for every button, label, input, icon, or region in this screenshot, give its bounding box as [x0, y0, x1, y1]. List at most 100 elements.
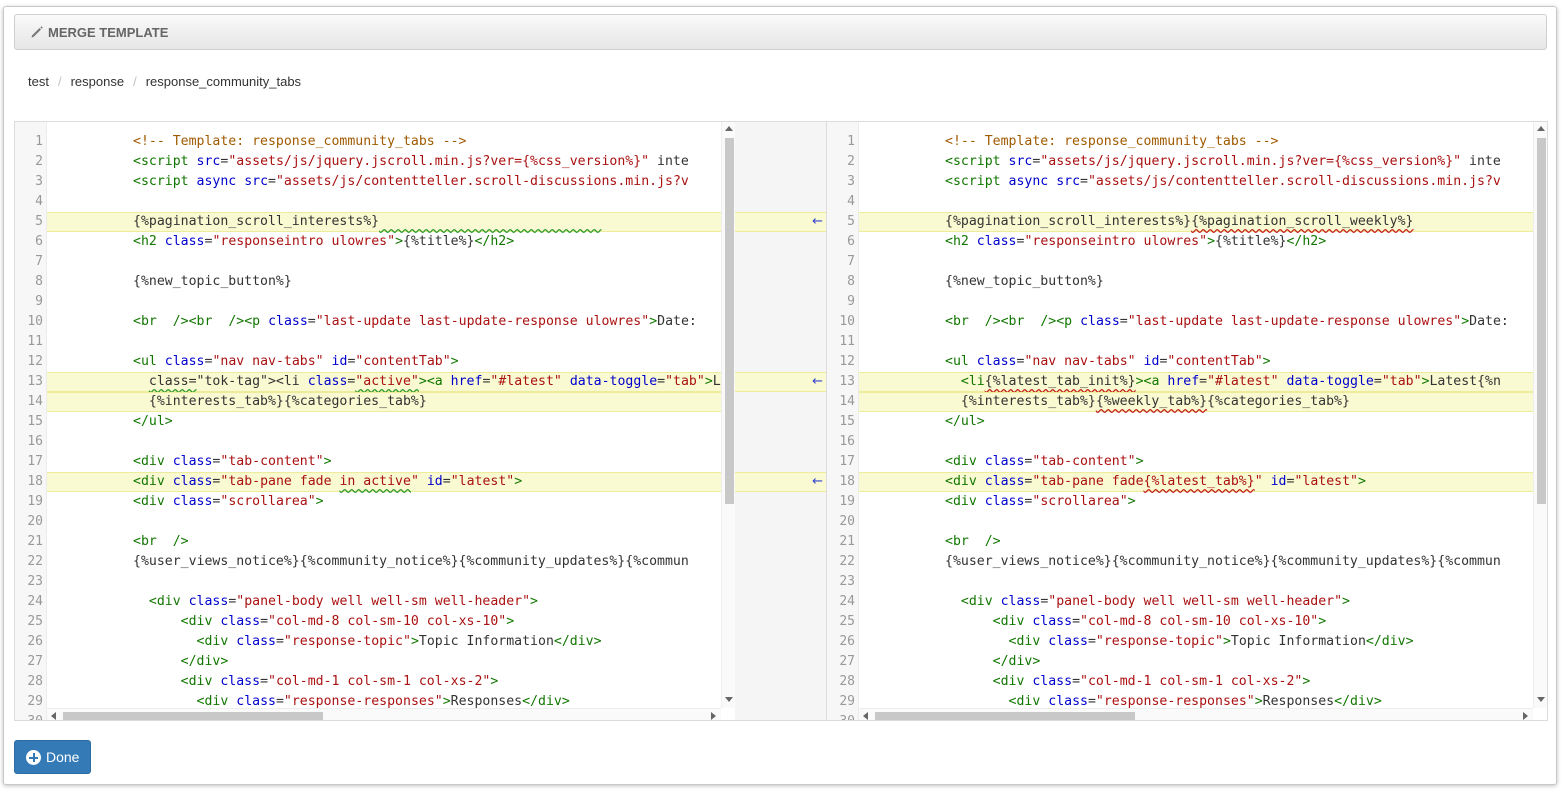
code-line[interactable]: <h2 class="responseintro ulowres">{%titl… [47, 232, 721, 252]
code-line[interactable]: <div class="response-topic">Topic Inform… [859, 632, 1533, 652]
code-line[interactable]: <br /><br /><p class="last-update last-u… [47, 312, 721, 332]
code-line[interactable]: <script async src="assets/js/contenttell… [859, 172, 1533, 192]
code-line[interactable]: </div> [47, 652, 721, 672]
code-line[interactable] [47, 332, 721, 352]
code-area[interactable]: <!-- Template: response_community_tabs -… [47, 122, 721, 708]
code-line[interactable] [47, 192, 721, 212]
code-text: {%new_topic_button%} [133, 274, 292, 289]
code-line-changed[interactable]: <div class="tab-pane fade{%latest_tab%}"… [859, 472, 1533, 492]
code-text: <h2 class="responseintro ulowres">{%titl… [945, 234, 1327, 249]
code-line[interactable]: <div class="response-responses">Response… [859, 692, 1533, 708]
code-line-changed[interactable]: class="tok-tag"><li class="active"><a hr… [47, 372, 721, 392]
line-number: 16 [839, 434, 855, 449]
line-number: 19 [27, 494, 43, 509]
code-line[interactable] [47, 292, 721, 312]
scrollbar-thumb[interactable] [63, 712, 323, 720]
editor-pane-right[interactable]: 1 2 3 4 5 6 7 8 9 10 11 12 13 14 15 16 17 18 19 20 21 22 23 24 2… [826, 121, 1548, 721]
code-line[interactable] [859, 192, 1533, 212]
vertical-scrollbar[interactable] [1533, 122, 1547, 708]
line-number: 7 [35, 254, 43, 269]
code-line[interactable]: <div class="scrollarea"> [859, 492, 1533, 512]
code-line[interactable]: <div class="panel-body well well-sm well… [859, 592, 1533, 612]
scrollbar-thumb[interactable] [725, 138, 734, 504]
line-number: 26 [27, 634, 43, 649]
code-line[interactable]: <div class="col-md-8 col-sm-10 col-xs-10… [47, 612, 721, 632]
line-number: 14 [839, 394, 855, 409]
code-line[interactable]: <br /> [859, 532, 1533, 552]
code-text: </div> [180, 654, 229, 669]
code-line[interactable]: </div> [859, 652, 1533, 672]
scroll-up-icon[interactable] [725, 126, 733, 131]
scrollbar-thumb[interactable] [1537, 138, 1546, 504]
done-button[interactable]: Done [14, 740, 91, 774]
code-line[interactable]: <script src="assets/js/jquery.jscroll.mi… [859, 152, 1533, 172]
code-line[interactable]: <div class="tab-content"> [47, 452, 721, 472]
code-line[interactable]: <div class="col-md-1 col-sm-1 col-xs-2"> [47, 672, 721, 692]
code-line[interactable] [859, 572, 1533, 592]
horizontal-scrollbar[interactable] [859, 708, 1533, 720]
code-line[interactable] [47, 512, 721, 532]
code-line[interactable]: </ul> [47, 412, 721, 432]
code-line-changed[interactable]: {%pagination_scroll_interests%}{%paginat… [859, 212, 1533, 232]
code-line[interactable]: <div class="panel-body well well-sm well… [47, 592, 721, 612]
code-line[interactable] [47, 432, 721, 452]
code-line[interactable]: {%user_views_notice%}{%community_notice%… [859, 552, 1533, 572]
code-area[interactable]: <!-- Template: response_community_tabs -… [859, 122, 1533, 708]
revert-arrow-icon[interactable]: ← [812, 213, 823, 231]
code-line[interactable]: <h2 class="responseintro ulowres">{%titl… [859, 232, 1533, 252]
code-line[interactable]: <ul class="nav nav-tabs" id="contentTab"… [859, 352, 1533, 372]
scroll-right-icon[interactable] [1523, 712, 1528, 720]
code-line[interactable]: {%new_topic_button%} [47, 272, 721, 292]
scroll-down-icon[interactable] [725, 697, 733, 702]
scroll-down-icon[interactable] [1537, 697, 1545, 702]
code-line[interactable]: </ul> [859, 412, 1533, 432]
breadcrumb-item[interactable]: test [28, 74, 49, 89]
line-number: 24 [839, 594, 855, 609]
code-line[interactable]: {%user_views_notice%}{%community_notice%… [47, 552, 721, 572]
code-line[interactable]: <br /> [47, 532, 721, 552]
code-line[interactable]: <div class="tab-content"> [859, 452, 1533, 472]
code-line[interactable]: <script async src="assets/js/contenttell… [47, 172, 721, 192]
code-line[interactable] [47, 252, 721, 272]
revert-arrow-icon[interactable]: ← [812, 473, 823, 491]
code-line-changed[interactable]: <li{%latest_tab_init%}><a href="#latest"… [859, 372, 1533, 392]
code-line-changed[interactable]: {%pagination_scroll_interests%} [47, 212, 721, 232]
code-line[interactable]: <!-- Template: response_community_tabs -… [859, 132, 1533, 152]
code-line[interactable] [859, 252, 1533, 272]
breadcrumb-separator: / [133, 74, 137, 89]
code-line[interactable]: {%new_topic_button%} [859, 272, 1533, 292]
code-line[interactable]: <br /><br /><p class="last-update last-u… [859, 312, 1533, 332]
code-line[interactable] [47, 572, 721, 592]
code-text: {%new_topic_button%} [945, 274, 1104, 289]
code-line[interactable]: <div class="scrollarea"> [47, 492, 721, 512]
code-line-changed[interactable]: <div class="tab-pane fade in active" id=… [47, 472, 721, 492]
scroll-up-icon[interactable] [1537, 126, 1545, 131]
code-line-changed[interactable]: {%interests_tab%}{%weekly_tab%}{%categor… [859, 392, 1533, 412]
code-line[interactable]: <div class="response-topic">Topic Inform… [47, 632, 721, 652]
code-line[interactable]: <script src="assets/js/jquery.jscroll.mi… [47, 152, 721, 172]
code-line[interactable] [859, 292, 1533, 312]
code-text: <div class="col-md-1 col-sm-1 col-xs-2"> [180, 674, 499, 689]
line-number: 20 [27, 514, 43, 529]
revert-arrow-icon[interactable]: ← [812, 373, 823, 391]
code-line-changed[interactable]: {%interests_tab%}{%categories_tab%} [47, 392, 721, 412]
line-number: 3 [847, 174, 855, 189]
code-line[interactable]: <div class="response-responses">Response… [47, 692, 721, 708]
code-line[interactable]: <!-- Template: response_community_tabs -… [47, 132, 721, 152]
scroll-left-icon[interactable] [863, 712, 868, 720]
code-line[interactable]: <ul class="nav nav-tabs" id="contentTab"… [47, 352, 721, 372]
breadcrumb-item[interactable]: response [71, 74, 124, 89]
scroll-left-icon[interactable] [51, 712, 56, 720]
code-line[interactable] [859, 432, 1533, 452]
scrollbar-thumb[interactable] [875, 712, 1135, 720]
code-line[interactable] [859, 332, 1533, 352]
editor-pane-left[interactable]: 1 2 3 4 5 6 7 8 9 10 11 12 13 14 15 16 17 18 19 20 21 22 23 24 2… [14, 121, 736, 721]
horizontal-scrollbar[interactable] [47, 708, 721, 720]
vertical-scrollbar[interactable] [721, 122, 735, 708]
line-number: 25 [27, 614, 43, 629]
code-line[interactable] [859, 512, 1533, 532]
code-line[interactable]: <div class="col-md-8 col-sm-10 col-xs-10… [859, 612, 1533, 632]
scroll-right-icon[interactable] [711, 712, 716, 720]
code-text: class="tok-tag"><li class="active"><a hr… [148, 374, 721, 389]
code-line[interactable]: <div class="col-md-1 col-sm-1 col-xs-2"> [859, 672, 1533, 692]
